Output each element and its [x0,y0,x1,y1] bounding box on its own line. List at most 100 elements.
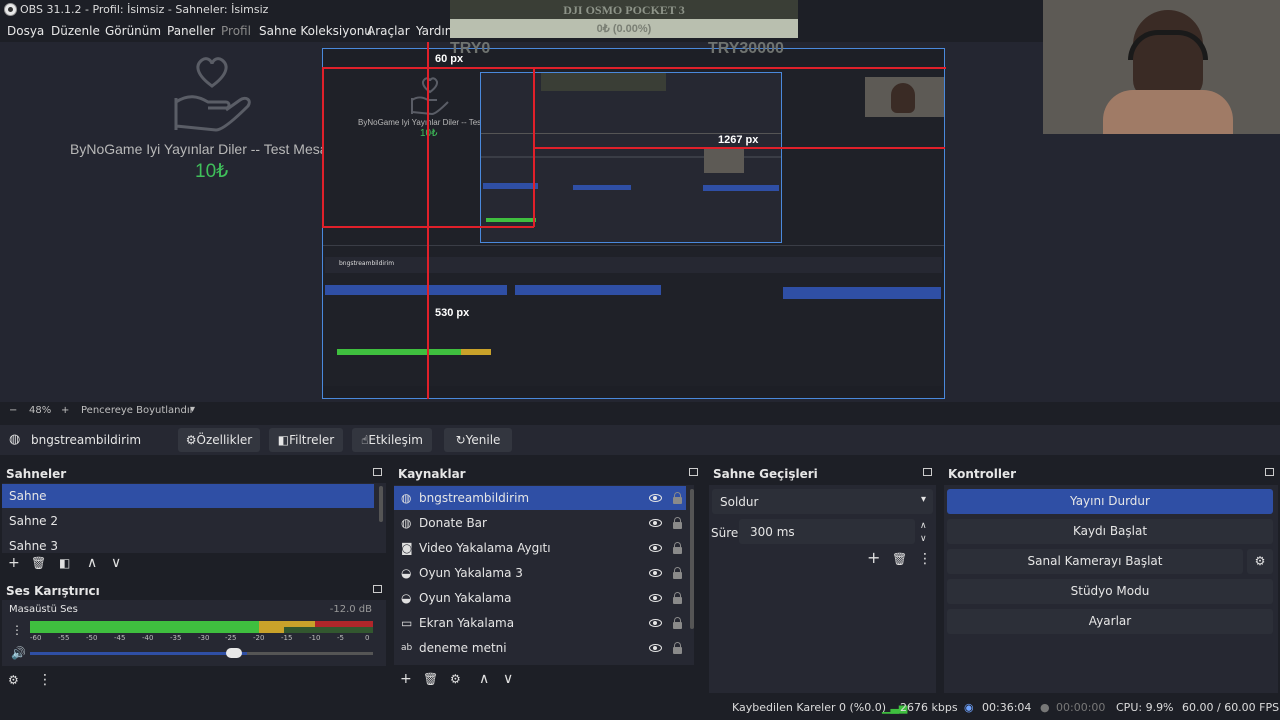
transition-menu-icon[interactable]: ⋮ [918,552,932,566]
meter-tick-label: -20 [253,634,265,642]
source-item[interactable]: ◙ Video Yakalama Aygıtı [394,536,686,560]
mixer-float-icon[interactable] [373,585,382,593]
scene-item[interactable]: Sahne 3 [2,534,374,553]
menu-scene-collection[interactable]: Sahne Koleksiyonu [259,24,372,38]
zoom-mode-dropdown-icon[interactable]: ▾ [190,404,195,415]
broadcast-icon: ◉ [964,701,974,714]
nested-controls-selected [783,287,941,299]
visibility-eye-icon[interactable] [649,569,662,577]
lock-icon[interactable] [673,567,682,579]
mixer-title: Ses Karıştırıcı [6,584,100,598]
source-up-icon[interactable]: ∧ [479,672,489,686]
measure-bottom-label: 530 px [435,307,470,319]
menu-file[interactable]: Dosya [7,24,44,38]
fps: 60.00 / 60.00 FPS [1182,701,1280,714]
properties-button[interactable]: ⚙Özellikler [178,428,260,452]
track-menu-icon[interactable]: ⋮ [11,623,23,637]
virtual-camera-settings-button[interactable]: ⚙ [1247,549,1273,574]
interact-button[interactable]: ☝Etkileşim [352,428,432,452]
scene-filters-icon[interactable]: ◧ [59,556,70,570]
mixer-settings-icon[interactable]: ⚙ [8,673,19,687]
remove-transition-icon[interactable]: 🗑 [892,552,907,566]
controls-title: Kontroller [948,467,1017,481]
menu-edit[interactable]: Düzenle [51,24,100,38]
zoom-out-button[interactable]: − [9,405,17,416]
zoom-mode[interactable]: Pencereye Boyutlandır [81,405,194,416]
lock-icon[interactable] [673,642,682,654]
scene-item[interactable]: Sahne [2,484,374,508]
filters-button[interactable]: ◧Filtreler [269,428,343,452]
zoom-in-button[interactable]: + [61,405,69,416]
scene-item[interactable]: Sahne 2 [2,509,374,533]
menu-profile[interactable]: Profil [221,24,251,38]
scenes-float-icon[interactable] [373,468,382,476]
preview-canvas[interactable]: ByNoGame Iyi Yayınlar Diler -- Test Mesa… [322,48,945,399]
stop-streaming-button[interactable]: Yayını Durdur [947,489,1273,514]
mixer-menu-icon[interactable]: ⋮ [38,673,52,687]
dropped-frames: Kaybedilen Kareler 0 (%0.0) [732,701,887,714]
meter-tick-label: -30 [198,634,210,642]
lock-icon[interactable] [673,517,682,529]
duration-down-icon[interactable]: ∨ [920,532,927,546]
lock-icon[interactable] [673,542,682,554]
source-down-icon[interactable]: ∨ [503,672,513,686]
visibility-eye-icon[interactable] [649,519,662,527]
duration-up-icon[interactable]: ∧ [920,519,927,533]
move-down-icon[interactable]: ∨ [111,556,121,570]
visibility-eye-icon[interactable] [649,594,662,602]
meter-tick-label: -35 [170,634,182,642]
menu-view[interactable]: Görünüm [105,24,161,38]
measure-right-label: 1267 px [718,134,759,146]
meter-tick-label: -10 [309,634,321,642]
visibility-eye-icon[interactable] [649,494,662,502]
move-up-icon[interactable]: ∧ [87,556,97,570]
start-virtual-camera-button[interactable]: Sanal Kamerayı Başlat [947,549,1243,574]
nested-statusbar [323,386,944,398]
scenes-scrollbar[interactable] [379,486,383,522]
meter-tick-label: -40 [142,634,154,642]
source-item[interactable]: ◒ Oyun Yakalama 3 [394,561,686,585]
transition-select[interactable]: Soldur ▾ [712,489,933,514]
source-item[interactable]: ▭ Ekran Yakalama [394,611,686,635]
visibility-eye-icon[interactable] [649,644,662,652]
add-transition-icon[interactable]: + [867,550,880,566]
source-item[interactable]: ab deneme metni [394,636,686,660]
scenes-title: Sahneler [6,467,67,481]
lock-icon[interactable] [673,492,682,504]
volume-slider-track[interactable] [30,648,373,658]
studio-mode-button[interactable]: Stüdyo Modu [947,579,1273,604]
add-source-icon[interactable]: + [400,672,412,686]
remove-scene-icon[interactable]: 🗑 [31,556,46,570]
refresh-button[interactable]: ↻Yenile [444,428,512,452]
duration-value: 300 ms [750,525,795,539]
visibility-eye-icon[interactable] [649,544,662,552]
remove-source-icon[interactable]: 🗑 [423,672,438,686]
transition-selected: Soldur [720,495,759,509]
sources-float-icon[interactable] [689,468,698,476]
controls-float-icon[interactable] [1265,468,1274,476]
start-recording-button[interactable]: Kaydı Başlat [947,519,1273,544]
donation-message: ByNoGame Iyi Yayınlar Diler -- Test Mesa… [70,141,348,157]
transitions-float-icon[interactable] [923,468,932,476]
source-item[interactable]: ◒ Oyun Yakalama [394,586,686,610]
lock-icon[interactable] [673,617,682,629]
visibility-eye-icon[interactable] [649,619,662,627]
active-source-name: bngstreambildirim [31,433,142,447]
source-properties-icon[interactable]: ⚙ [450,672,461,686]
settings-button[interactable]: Ayarlar [947,609,1273,634]
menu-docks[interactable]: Paneller [167,24,215,38]
source-item[interactable]: ◍ Donate Bar [394,511,686,535]
volume-slider-handle[interactable] [226,648,242,658]
menu-tools[interactable]: Araçlar [367,24,410,38]
add-scene-icon[interactable]: + [8,556,20,570]
lock-icon[interactable] [673,592,682,604]
controls-dock: Kontroller Yayını Durdur Kaydı Başlat Sa… [942,462,1280,693]
scenes-dock: Sahneler Sahne Sahne 2 Sahne 3 + 🗑 ◧ ∧ ∨ [0,462,388,576]
speaker-icon[interactable]: 🔊 [11,646,26,660]
source-item[interactable]: ◍ bngstreambildirim [394,486,686,510]
nested-scenes-selected [325,285,507,295]
sources-scrollbar[interactable] [690,489,694,629]
duration-input[interactable]: 300 ms [739,519,915,544]
nested-person [891,83,915,113]
nested-meter-yellow [461,349,491,355]
